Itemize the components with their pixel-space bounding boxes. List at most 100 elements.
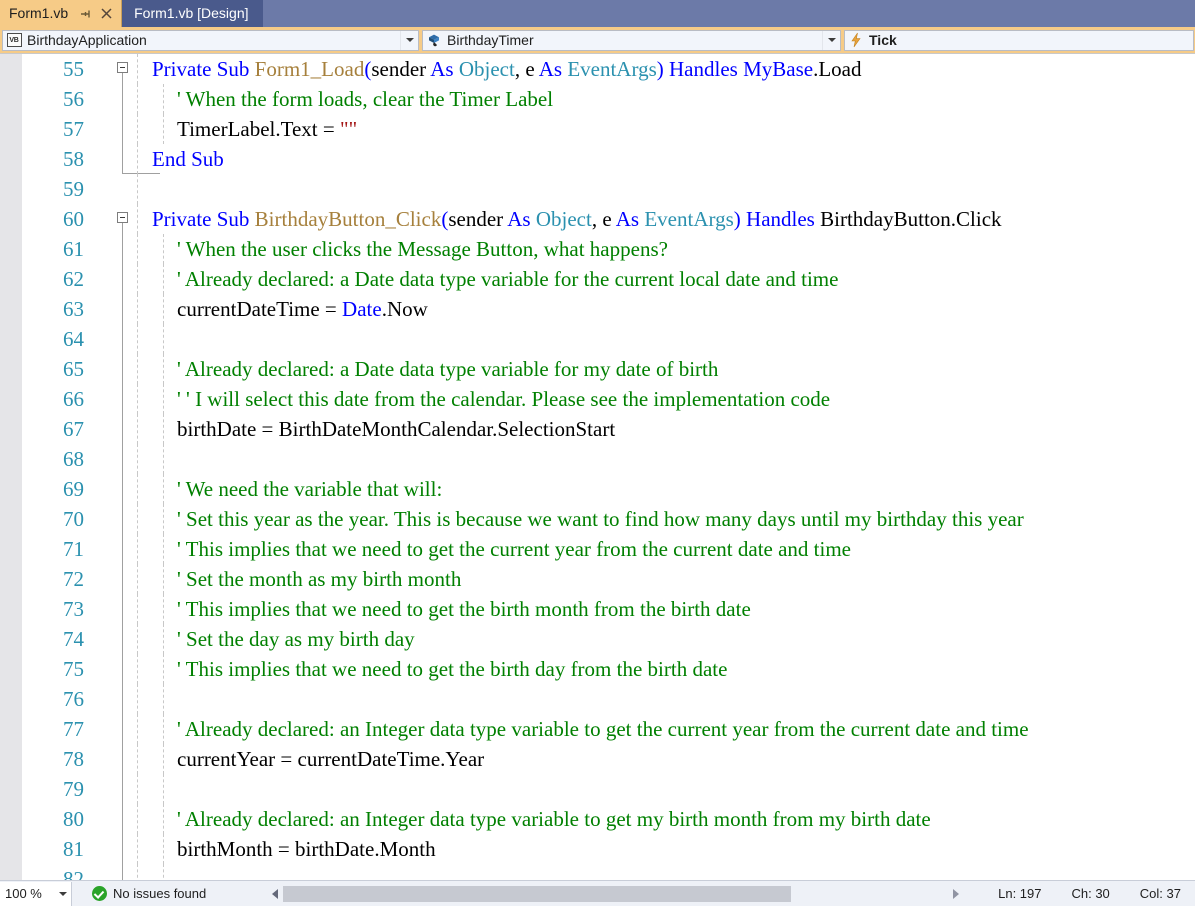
outlining-margin[interactable] (114, 504, 132, 534)
outlining-margin[interactable] (114, 144, 160, 174)
indent-guide (137, 594, 138, 624)
code-token: sender (448, 207, 508, 231)
code-line[interactable]: 73 ' This implies that we need to get the… (0, 594, 1195, 624)
tab-form1-vb-design[interactable]: Form1.vb [Design] (122, 0, 263, 27)
code-line-text: ' This implies that we need to get the b… (177, 594, 751, 624)
project-type-dropdown[interactable]: VB BirthdayApplication (2, 29, 419, 51)
code-line[interactable]: 62 ' Already declared: a Date data type v… (0, 264, 1195, 294)
code-editor-surface[interactable]: 55 Private Sub Form1_Load(sender As Objec… (0, 54, 1195, 880)
outlining-margin[interactable] (114, 864, 132, 880)
code-token: TimerLabel.Text = (177, 117, 340, 141)
outlining-margin[interactable] (114, 684, 132, 714)
pin-icon[interactable] (79, 7, 93, 21)
collapse-region-icon[interactable] (117, 212, 128, 223)
code-line[interactable]: 70 ' Set this year as the year. This is b… (0, 504, 1195, 534)
outlining-margin[interactable] (114, 234, 132, 264)
outlining-margin[interactable] (114, 744, 132, 774)
outlining-margin[interactable] (114, 714, 132, 744)
zoom-level-value: 100 % (5, 886, 42, 901)
outlining-margin[interactable] (114, 474, 132, 504)
outlining-margin[interactable] (114, 774, 132, 804)
code-line-text: TimerLabel.Text = "" (177, 114, 357, 144)
chevron-down-icon[interactable] (400, 30, 418, 50)
code-line[interactable]: 68 (0, 444, 1195, 474)
code-token: Object (535, 207, 592, 231)
code-line[interactable]: 60 Private Sub BirthdayButton_Click(sende… (0, 204, 1195, 234)
outlining-margin[interactable] (114, 354, 132, 384)
code-lines-container[interactable]: 55 Private Sub Form1_Load(sender As Objec… (0, 54, 1195, 880)
outlining-margin[interactable] (114, 174, 132, 204)
outlining-margin[interactable] (114, 624, 132, 654)
line-number: 73 (63, 597, 84, 621)
code-token: ) (656, 57, 664, 81)
outlining-margin[interactable] (114, 84, 132, 114)
zoom-level-dropdown[interactable]: 100 % (0, 881, 72, 906)
code-line[interactable]: 78 currentYear = currentDateTime.Year (0, 744, 1195, 774)
code-line[interactable]: 64 (0, 324, 1195, 354)
chevron-down-icon[interactable] (55, 891, 71, 896)
member-dropdown[interactable]: BirthdayTimer (422, 29, 841, 51)
code-line-text: ' When the user clicks the Message Butto… (177, 234, 668, 264)
indent-guide (163, 354, 164, 384)
code-line[interactable]: 61 ' When the user clicks the Message But… (0, 234, 1195, 264)
outlining-margin[interactable] (114, 654, 132, 684)
vb-project-icon: VB (5, 31, 23, 50)
code-line[interactable]: 69 ' We need the variable that will: (0, 474, 1195, 504)
code-token: birthDate = BirthDateMonthCalendar.Selec… (177, 417, 616, 441)
outlining-margin[interactable] (114, 444, 132, 474)
outlining-margin[interactable] (114, 294, 132, 324)
code-line[interactable]: 77 ' Already declared: an Integer data ty… (0, 714, 1195, 744)
outlining-margin[interactable] (114, 564, 132, 594)
code-line[interactable]: 65 ' Already declared: a Date data type v… (0, 354, 1195, 384)
issues-status[interactable]: No issues found (92, 886, 206, 901)
tab-form1-vb[interactable]: Form1.vb (0, 0, 123, 27)
outlining-margin[interactable] (114, 264, 132, 294)
outlining-margin[interactable] (114, 384, 132, 414)
outlining-margin[interactable] (114, 594, 132, 624)
code-line[interactable]: 72 ' Set the month as my birth month (0, 564, 1195, 594)
scroll-right-arrow-icon[interactable] (947, 884, 964, 904)
code-line[interactable]: 59 (0, 174, 1195, 204)
success-check-icon (92, 886, 107, 901)
outlining-margin[interactable] (114, 414, 132, 444)
outlining-margin[interactable] (114, 834, 132, 864)
code-line-text: ' Already declared: an Integer data type… (177, 804, 931, 834)
code-line-text: birthDate = BirthDateMonthCalendar.Selec… (177, 414, 615, 444)
code-token: As (430, 57, 459, 81)
indent-guide (163, 804, 164, 834)
code-line[interactable]: 55 Private Sub Form1_Load(sender As Objec… (0, 54, 1195, 84)
scrollbar-thumb[interactable] (283, 885, 792, 902)
outlining-margin[interactable] (114, 204, 132, 234)
caret-position-group: Ln: 197 Ch: 30 Col: 37 (968, 886, 1181, 901)
code-line[interactable]: 82 (0, 864, 1195, 880)
close-icon[interactable] (100, 7, 113, 20)
code-line[interactable]: 74 ' Set the day as my birth day (0, 624, 1195, 654)
code-line[interactable]: 63 currentDateTime = Date.Now (0, 294, 1195, 324)
code-line[interactable]: 81 birthMonth = birthDate.Month (0, 834, 1195, 864)
scrollbar-track[interactable] (283, 885, 948, 902)
code-line[interactable]: 66 ' ' I will select this date from the c… (0, 384, 1195, 414)
horizontal-scrollbar[interactable] (266, 883, 965, 904)
code-line[interactable]: 79 (0, 774, 1195, 804)
collapse-region-icon[interactable] (117, 62, 128, 73)
chevron-down-icon[interactable] (822, 30, 840, 50)
outlining-margin[interactable] (114, 804, 132, 834)
event-dropdown[interactable]: Tick (844, 29, 1194, 51)
scroll-left-arrow-icon[interactable] (266, 884, 283, 904)
code-line[interactable]: 58 End Sub (0, 144, 1195, 174)
code-line[interactable]: 75 ' This implies that we need to get the… (0, 654, 1195, 684)
code-line[interactable]: 67 birthDate = BirthDateMonthCalendar.Sel… (0, 414, 1195, 444)
code-line[interactable]: 57 TimerLabel.Text = "" (0, 114, 1195, 144)
code-line[interactable]: 71 ' This implies that we need to get the… (0, 534, 1195, 564)
code-line-text: ' This implies that we need to get the c… (177, 534, 851, 564)
indent-guide (137, 354, 138, 384)
outlining-margin[interactable] (114, 324, 132, 354)
code-line[interactable]: 80 ' Already declared: an Integer data ty… (0, 804, 1195, 834)
outlining-margin[interactable] (114, 54, 132, 84)
outlining-margin[interactable] (114, 534, 132, 564)
indent-guide (163, 504, 164, 534)
code-line[interactable]: 56 ' When the form loads, clear the Timer… (0, 84, 1195, 114)
outlining-margin[interactable] (114, 114, 132, 144)
code-line[interactable]: 76 (0, 684, 1195, 714)
code-line-text: ' ' I will select this date from the cal… (177, 384, 830, 414)
